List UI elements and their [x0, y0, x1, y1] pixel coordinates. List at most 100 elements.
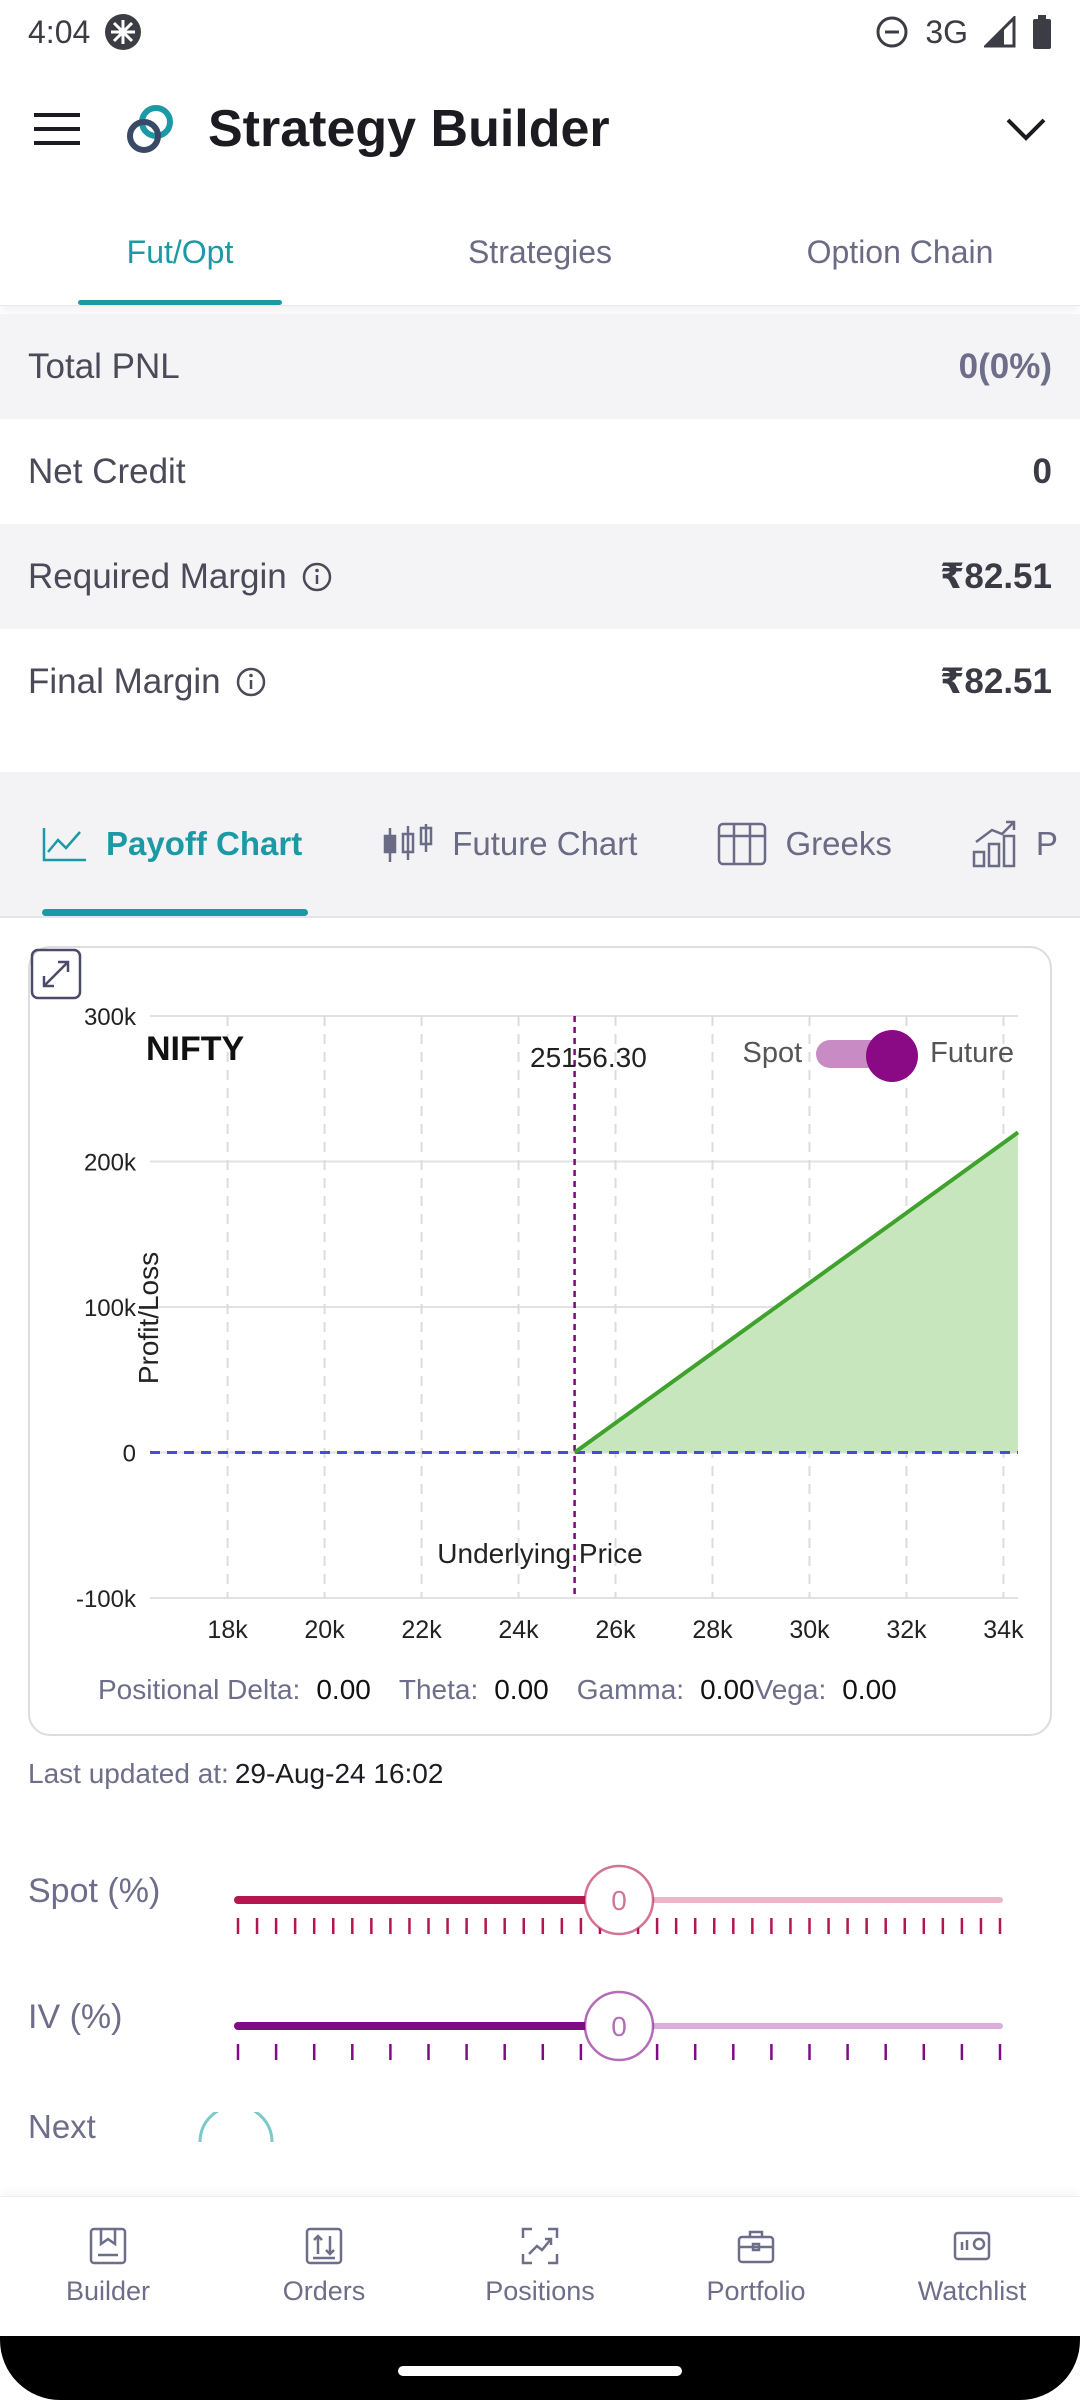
- positions-icon: [521, 2227, 559, 2265]
- tab-label: Fut/Opt: [126, 234, 234, 270]
- gesture-bar: [0, 2336, 1080, 2400]
- greek-label: Vega:: [754, 1674, 827, 1705]
- y-tick-label: 300k: [84, 1004, 137, 1031]
- tab-label: Greeks: [785, 825, 892, 862]
- summary-panel: Total PNL 0(0%) Net Credit 0 Required Ma…: [0, 314, 1080, 734]
- greek-value: 0.00: [842, 1674, 897, 1705]
- nav-positions[interactable]: Positions: [432, 2197, 648, 2336]
- slider-value: 0: [611, 2011, 627, 2042]
- y-axis-label: Profit/Loss: [133, 1252, 164, 1384]
- info-icon[interactable]: [301, 561, 333, 593]
- chart-symbol: NIFTY: [146, 1030, 245, 1068]
- info-icon[interactable]: [235, 666, 267, 698]
- next-slider-knob[interactable]: [196, 2112, 276, 2142]
- required-margin-label-wrap: Required Margin: [28, 557, 333, 597]
- battery-icon: [1033, 15, 1051, 49]
- candlestick-icon: [383, 824, 433, 862]
- chevron-down-icon[interactable]: [1004, 114, 1048, 144]
- tab-label: Payoff Chart: [106, 825, 303, 862]
- iv-slider-row: IV (%) 0: [0, 1978, 1080, 2078]
- slider-value: 0: [611, 1885, 627, 1916]
- nav-label: Positions: [485, 2276, 595, 2306]
- tab-label: Strategies: [467, 234, 613, 270]
- chart-tabs: Payoff Chart Future Chart Greeks P: [0, 772, 1080, 918]
- toggle-knob: [866, 1030, 919, 1082]
- x-tick-label: 34k: [983, 1616, 1024, 1644]
- tab-fut-opt[interactable]: Fut/Opt: [0, 200, 360, 305]
- greek-vega: Vega: 0.00: [755, 1674, 897, 1706]
- status-bar: 4:04 3G: [0, 0, 1080, 64]
- y-tick-label: 200k: [84, 1150, 137, 1177]
- greek-theta: Theta: 0.00: [399, 1674, 549, 1706]
- tab-option-chain[interactable]: Option Chain: [720, 200, 1080, 305]
- net-credit-value: 0: [1032, 451, 1052, 491]
- toggle-switch[interactable]: [816, 1030, 919, 1082]
- nav-orders[interactable]: Orders: [216, 2197, 432, 2336]
- nav-builder[interactable]: Builder: [0, 2197, 216, 2336]
- expand-icon[interactable]: [30, 948, 82, 1000]
- toggle-right-label: Future: [930, 1036, 1014, 1069]
- next-slider-label: Next: [28, 2108, 96, 2145]
- iv-slider[interactable]: 0: [0, 1978, 1080, 2078]
- spot-slider-row: Spot (%) 0: [0, 1852, 1080, 1952]
- nav-portfolio[interactable]: Portfolio: [648, 2197, 864, 2336]
- greek-value: 0.00: [494, 1674, 549, 1705]
- tab-strategies[interactable]: Strategies: [360, 200, 720, 305]
- total-pnl-label: Total PNL: [28, 346, 180, 386]
- total-pnl-value: 0(0%): [958, 346, 1052, 386]
- greeks-summary: Positional Delta: 0.00 Theta: 0.00 Gamma: 0…: [98, 1674, 925, 1706]
- spot-future-toggle: Spot Future: [742, 1030, 1014, 1082]
- payoff-chart-card: 300k 200k 100k 0 -100k 18k 20k 22k 24k 26k 28k 30k 3…: [28, 946, 1052, 1736]
- last-updated-label: Last updated at:: [28, 1758, 229, 1789]
- nav-label: Orders: [282, 2276, 366, 2306]
- tab-label: Future Chart: [452, 825, 638, 862]
- nav-watchlist[interactable]: Watchlist: [864, 2197, 1080, 2336]
- watchlist-icon: [953, 2231, 991, 2261]
- tab-label: Option Chain: [806, 234, 994, 270]
- orders-icon: [305, 2227, 343, 2265]
- final-margin-label-wrap: Final Margin: [28, 662, 267, 702]
- greek-label: Gamma:: [576, 1674, 685, 1705]
- top-tabs: Fut/Opt Strategies Option Chain: [0, 200, 1080, 306]
- portfolio-icon: [737, 2230, 775, 2264]
- builder-icon: [89, 2227, 127, 2265]
- greek-delta: Positional Delta: 0.00: [98, 1674, 371, 1706]
- y-tick-label: 100k: [84, 1295, 137, 1322]
- app-notification-icon: [105, 14, 142, 50]
- tab-partial[interactable]: P: [932, 772, 1080, 916]
- last-updated: Last updated at: 29-Aug-24 16:02: [28, 1758, 443, 1790]
- network-type: 3G: [925, 13, 968, 50]
- page-title: Strategy Builder: [208, 100, 610, 158]
- net-credit-label: Net Credit: [28, 451, 186, 491]
- tab-payoff-chart[interactable]: Payoff Chart: [0, 772, 342, 916]
- dnd-icon: [876, 16, 908, 48]
- nav-label: Portfolio: [706, 2276, 806, 2306]
- required-margin-value: ₹82.51: [940, 556, 1052, 596]
- x-tick-label: 26k: [595, 1616, 636, 1644]
- toggle-left-label: Spot: [742, 1036, 803, 1069]
- bar-growth-icon: [972, 820, 1016, 868]
- final-margin-label: Final Margin: [28, 661, 221, 701]
- signal-icon: [984, 16, 1016, 48]
- required-margin-row: Required Margin ₹82.51: [0, 524, 1080, 629]
- net-credit-row: Net Credit 0: [0, 419, 1080, 524]
- tab-greeks[interactable]: Greeks: [677, 772, 931, 916]
- home-indicator: [398, 2366, 682, 2376]
- menu-icon[interactable]: [32, 109, 84, 149]
- tab-future-chart[interactable]: Future Chart: [342, 772, 677, 916]
- app-logo-icon: [127, 105, 173, 153]
- nav-label: Builder: [65, 2276, 151, 2306]
- final-margin-value: ₹82.51: [940, 661, 1052, 701]
- y-tick-label: 0: [123, 1441, 136, 1468]
- table-grid-icon: [718, 822, 767, 866]
- total-pnl-row: Total PNL 0(0%): [0, 314, 1080, 419]
- spot-slider[interactable]: 0: [0, 1852, 1080, 1952]
- x-tick-label: 32k: [886, 1616, 927, 1644]
- final-margin-row: Final Margin ₹82.51: [0, 629, 1080, 734]
- y-tick-label: -100k: [76, 1586, 137, 1613]
- x-tick-label: 20k: [304, 1616, 345, 1644]
- app-bar: Strategy Builder: [0, 64, 1080, 194]
- greek-label: Theta:: [398, 1674, 479, 1705]
- required-margin-label: Required Margin: [28, 556, 287, 596]
- greek-gamma: Gamma: 0.00: [577, 1674, 755, 1706]
